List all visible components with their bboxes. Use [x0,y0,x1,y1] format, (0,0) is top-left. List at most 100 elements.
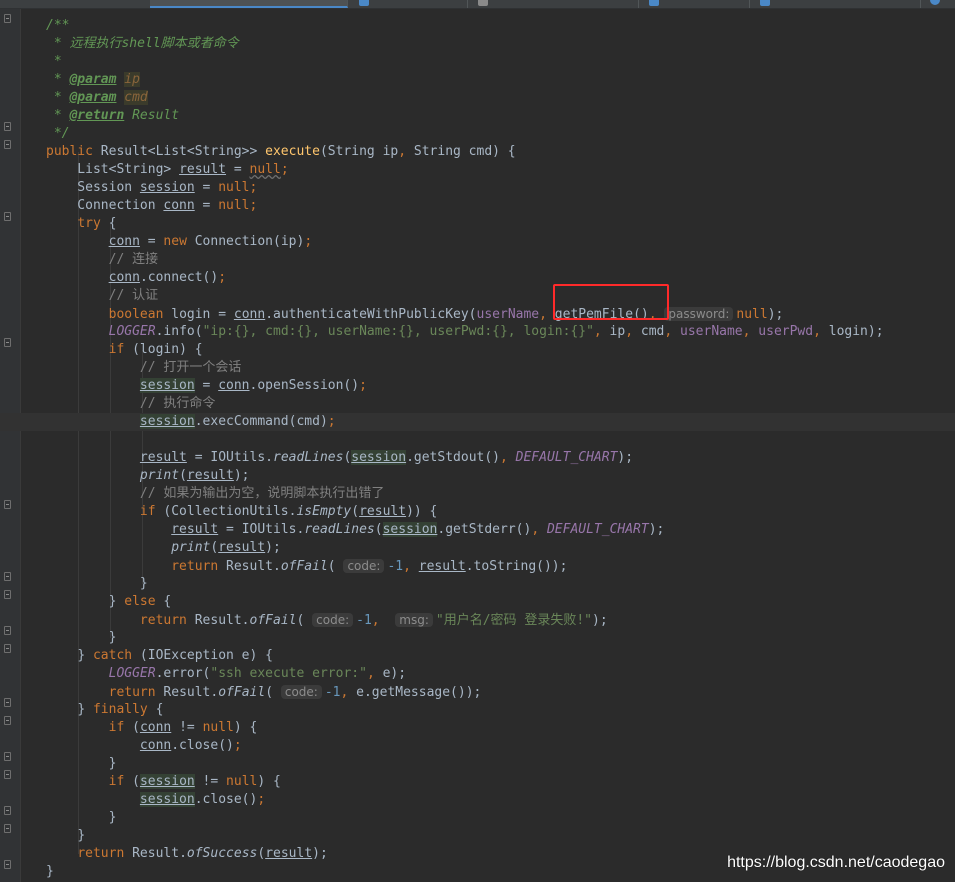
comma: , [664,324,673,339]
code-line: } [46,827,955,845]
code-line: // 认证 [46,287,955,305]
var-conn: conn [108,270,140,285]
method-print: print [171,540,211,555]
arg-cmd: cmd [633,324,665,339]
return-type: Result<List<String>> [92,144,266,159]
fold-collapse-icon[interactable] [4,212,11,221]
fold-collapse-icon[interactable] [4,770,11,779]
keyword-public: public [46,144,93,159]
call-get-message: e.getMessage()); [348,685,482,700]
fold-expand-icon[interactable] [4,824,11,833]
param-hint-code: code: [312,613,354,627]
javadoc-return-tag: @return [69,108,125,123]
var-conn: conn [139,738,172,753]
comment: // 如果为输出为空，说明脚本执行出错了 [139,486,385,501]
code-line: session.close(); [46,791,955,809]
code-line: return Result.ofFail( code: -1, e.getMess… [108,685,482,700]
type-connection: Connection [46,198,164,213]
var-result: result [218,540,266,555]
string-literal: "用户名/密码 登录失败!" [435,613,593,628]
code-line: } finally { [46,701,955,719]
fold-collapse-icon[interactable] [4,698,11,707]
keyword-if: if [108,342,125,357]
semicolon: ; [249,180,258,195]
keyword-null: null [736,307,768,322]
keyword-if: if [108,774,125,789]
var-conn: conn [163,198,195,213]
brace-close: } [77,702,86,717]
editor-gutter [0,9,21,882]
editor-tab[interactable] [468,0,639,8]
keyword-if: if [108,720,125,735]
string-literal: "ip:{}, cmd:{}, userName:{}, userPwd:{},… [202,324,594,339]
class-result: Result. [124,846,187,861]
comma: , [539,307,547,322]
code-line: try { [46,215,955,233]
assign: = [194,378,219,393]
comma: , [625,324,634,339]
comma: , [403,559,411,574]
keyword-return: return [171,559,219,574]
code-editor[interactable]: /** * 远程执行shell脚本或者命令 * * @param ip * @p… [0,17,955,881]
fold-collapse-icon[interactable] [4,644,11,653]
fold-expand-icon[interactable] [4,122,11,131]
editor-tab[interactable] [750,0,921,8]
fold-collapse-icon[interactable] [4,590,11,599]
comma: , [366,666,375,681]
fold-expand-icon[interactable] [4,860,11,869]
call-to-string: .toString()); [465,559,568,574]
tab-menu-icon[interactable] [930,0,940,5]
close-paren-brace: ) { [233,720,258,735]
editor-tab-active[interactable] [150,0,348,8]
call-close: .close() [171,738,234,753]
assign: = [226,162,250,177]
method-params: (String ip [319,144,399,159]
call-info: .info( [155,324,203,339]
fold-expand-icon[interactable] [4,752,11,761]
close-paren: ); [312,846,328,861]
javadoc-close: */ [46,126,70,141]
method-read-lines: readLines [273,450,344,465]
fold-collapse-icon[interactable] [4,500,11,509]
close-paren: ); [648,522,665,537]
call-close: .close() [194,792,258,807]
fold-collapse-icon[interactable] [4,716,11,725]
code-line: } else { [46,593,955,611]
keyword-return: return [139,613,187,628]
number-literal: -1 [387,559,404,574]
var-session: session [139,774,195,789]
code-line: } [46,629,955,647]
var-session: session [139,792,195,807]
call-get-stderr: .getStderr() [437,522,532,537]
var-result: result [139,450,187,465]
code-line: } [46,809,955,827]
fold-collapse-icon[interactable] [4,140,11,149]
comment: // 打开一个会话 [139,360,242,375]
javadoc-param-tag: @param [69,72,117,87]
close-paren: ); [767,307,784,322]
keyword-return: return [77,846,125,861]
editor-tab[interactable] [349,0,468,8]
javadoc-prefix: * [46,72,70,87]
comma: , [371,613,380,628]
editor-tab[interactable] [639,0,750,8]
fold-collapse-icon[interactable] [4,338,11,347]
keyword-boolean: boolean [108,307,164,322]
var-conn: conn [233,307,266,322]
code-line: * @param ip [46,71,955,89]
assign: = [194,198,219,213]
fold-expand-icon[interactable] [4,572,11,581]
javadoc-prefix: * [46,108,70,123]
highlight-annotation-box [553,284,669,320]
catch-clause: (IOException e) { [132,648,273,663]
semicolon: ; [257,792,266,807]
javadoc-return-value: Result [124,108,180,123]
keyword-null: null [218,180,250,195]
comment: // 执行命令 [139,396,216,411]
keyword-new: new [163,234,187,249]
param-hint-password: password: [664,307,734,321]
fold-expand-icon[interactable] [4,626,11,635]
fold-collapse-icon[interactable] [4,14,11,23]
fold-expand-icon[interactable] [4,806,11,815]
method-name-execute: execute [265,144,320,159]
